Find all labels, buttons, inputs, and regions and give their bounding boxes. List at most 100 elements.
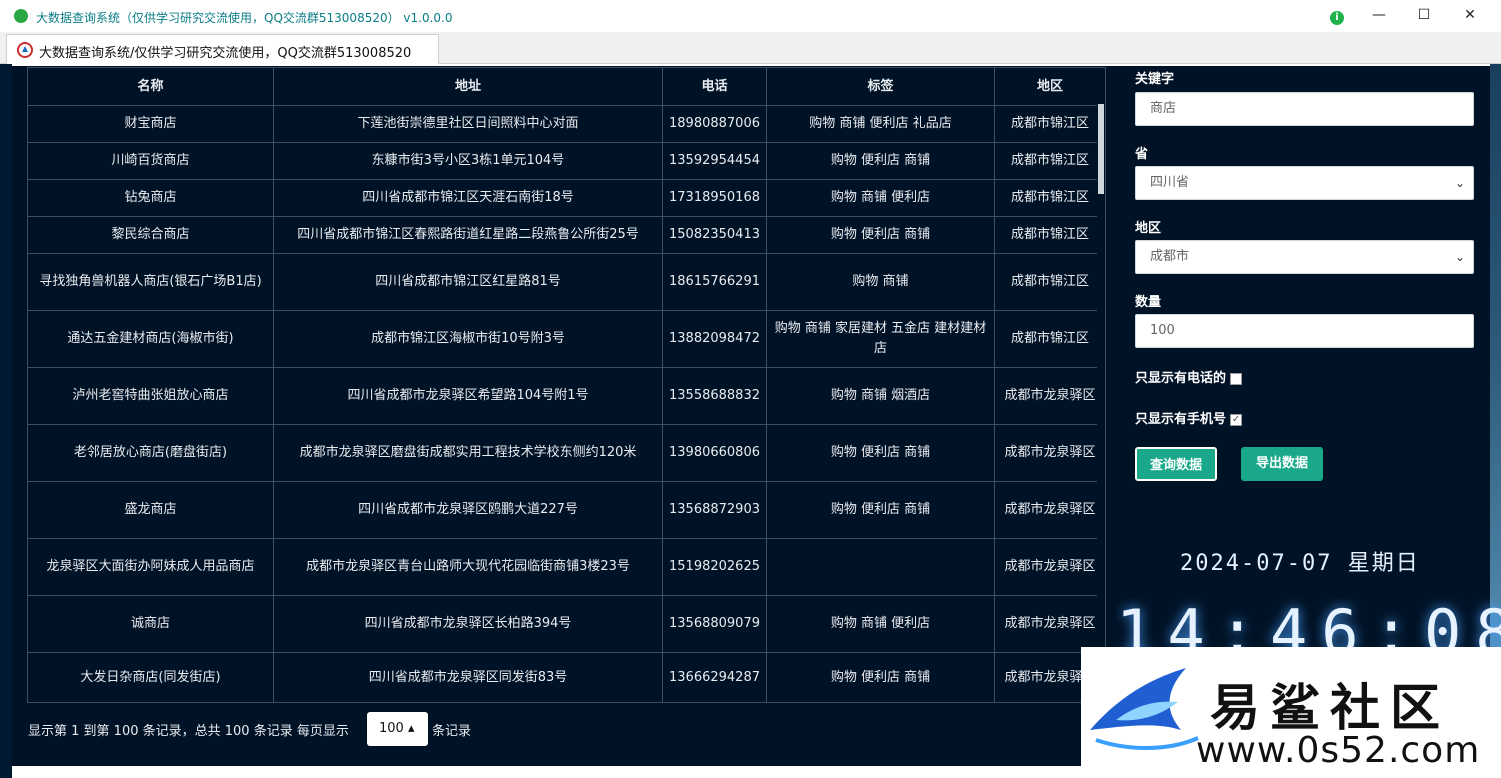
cell-phone: 15198202625: [662, 538, 767, 596]
title-bar: 大数据查询系统（仅供学习研究交流使用，QQ交流群513008520） v1.0.…: [0, 0, 1501, 32]
date-display: 2024-07-07 星期日: [1180, 551, 1420, 576]
cell-phone: 13666294287: [662, 652, 767, 703]
time-display: 14:46:08: [1116, 596, 1501, 648]
province-select[interactable]: 四川省 ⌄: [1135, 166, 1474, 200]
cell-tags: 购物 便利店 商铺: [766, 481, 995, 539]
cell-name: 钻兔商店: [27, 179, 274, 217]
cell-phone: 13980660806: [662, 424, 767, 482]
table-row[interactable]: 财宝商店 下莲池街崇德里社区日间照料中心对面 18980887006 购物 商铺…: [27, 105, 1106, 143]
table-row[interactable]: 泸州老窖特曲张姐放心商店 四川省成都市龙泉驿区希望路104号附1号 135586…: [27, 367, 1106, 425]
app-window: 大数据查询系统（仅供学习研究交流使用，QQ交流群513008520） v1.0.…: [0, 0, 1501, 778]
column-header-address[interactable]: 地址: [273, 67, 663, 106]
only-phone-checkbox[interactable]: [1230, 372, 1243, 385]
table-row[interactable]: 龙泉驿区大面街办阿妹成人用品商店 成都市龙泉驿区青台山路师大现代花园临街商铺3楼…: [27, 538, 1106, 596]
cell-address: 四川省成都市龙泉驿区同发街83号: [273, 652, 663, 703]
cell-address: 东糠市街3号小区3栋1单元104号: [273, 142, 663, 180]
cell-tags: [766, 538, 995, 596]
cell-tags: 购物 便利店 商铺: [766, 142, 995, 180]
table-row[interactable]: 黎民综合商店 四川省成都市锦江区春熙路街道红星路二段燕鲁公所街25号 15082…: [27, 216, 1106, 254]
cell-phone: 18980887006: [662, 105, 767, 143]
page-size-dropdown[interactable]: 100 ▴: [367, 712, 428, 746]
info-icon[interactable]: i: [1330, 11, 1344, 25]
cell-address: 成都市龙泉驿区青台山路师大现代花园临街商铺3楼23号: [273, 538, 663, 596]
column-header-name[interactable]: 名称: [27, 67, 274, 106]
province-value: 四川省: [1150, 175, 1190, 190]
cell-address: 成都市锦江区海椒市街10号附3号: [273, 310, 663, 368]
cell-phone: 13592954454: [662, 142, 767, 180]
table-header-row: 名称 地址 电话 标签 地区: [27, 67, 1106, 106]
chevron-down-icon: ⌄: [1454, 176, 1465, 190]
cell-name: 龙泉驿区大面街办阿妹成人用品商店: [27, 538, 274, 596]
query-button[interactable]: 查询数据: [1135, 447, 1217, 481]
count-input[interactable]: 100: [1135, 314, 1474, 348]
cell-address: 下莲池街崇德里社区日间照料中心对面: [273, 105, 663, 143]
table-row[interactable]: 钻兔商店 四川省成都市锦江区天涯石南街18号 17318950168 购物 商铺…: [27, 179, 1106, 217]
only-mobile-option: 只显示有手机号 ✓: [1135, 408, 1243, 427]
close-button[interactable]: ✕: [1447, 0, 1493, 32]
export-button[interactable]: 导出数据: [1241, 447, 1323, 481]
table-row[interactable]: 大发日杂商店(同发街店) 四川省成都市龙泉驿区同发街83号 1366629428…: [27, 652, 1106, 703]
pagination-suffix: 条记录: [432, 724, 472, 739]
only-mobile-checkbox[interactable]: ✓: [1230, 413, 1243, 426]
window-title: 大数据查询系统（仅供学习研究交流使用，QQ交流群513008520） v1.0.…: [36, 11, 453, 25]
cell-name: 盛龙商店: [27, 481, 274, 539]
cell-tags: 购物 商铺: [766, 253, 995, 311]
keyword-input[interactable]: 商店: [1135, 92, 1474, 126]
cell-phone: 13568809079: [662, 595, 767, 653]
minimize-button[interactable]: —: [1356, 0, 1402, 32]
column-header-tags[interactable]: 标签: [766, 67, 995, 106]
cell-address: 四川省成都市龙泉驿区长柏路394号: [273, 595, 663, 653]
cell-region: 成都市龙泉驿区: [994, 424, 1106, 482]
cell-address: 四川省成都市龙泉驿区鸥鹏大道227号: [273, 481, 663, 539]
table-row[interactable]: 老邻居放心商店(磨盘街店) 成都市龙泉驿区磨盘街成都实用工程技术学校东侧约120…: [27, 424, 1106, 482]
cell-region: 成都市龙泉驿区: [994, 481, 1106, 539]
table-scroll-thumb[interactable]: [1098, 104, 1104, 194]
pagination-summary: 显示第 1 到第 100 条记录，总共 100 条记录 每页显示: [28, 724, 349, 739]
left-border: [0, 64, 12, 778]
column-header-region[interactable]: 地区: [994, 67, 1106, 106]
maximize-button[interactable]: ☐: [1401, 0, 1447, 32]
table-row[interactable]: 通达五金建材商店(海椒市街) 成都市锦江区海椒市街10号附3号 13882098…: [27, 310, 1106, 368]
cell-address: 四川省成都市龙泉驿区希望路104号附1号: [273, 367, 663, 425]
cell-region: 成都市锦江区: [994, 216, 1106, 254]
province-label: 省: [1135, 147, 1149, 162]
cell-tags: 购物 商铺 家居建材 五金店 建材建材店: [766, 310, 995, 368]
cell-region: 成都市锦江区: [994, 310, 1106, 368]
results-table: 名称 地址 电话 标签 地区 财宝商店 下莲池街崇德里社区日间照料中心对面 18…: [27, 67, 1106, 703]
cell-tags: 购物 商铺 便利店 礼品店: [766, 105, 995, 143]
app-logo-icon: [17, 42, 33, 58]
cell-phone: 13568872903: [662, 481, 767, 539]
cell-phone: 15082350413: [662, 216, 767, 254]
cell-name: 寻找独角兽机器人商店(银石广场B1店): [27, 253, 274, 311]
table-row[interactable]: 寻找独角兽机器人商店(银石广场B1店) 四川省成都市锦江区红星路81号 1861…: [27, 253, 1106, 311]
cell-phone: 13558688832: [662, 367, 767, 425]
cell-tags: 购物 便利店 商铺: [766, 424, 995, 482]
count-label: 数量: [1135, 295, 1162, 310]
region-select[interactable]: 成都市 ⌄: [1135, 240, 1474, 274]
table-row[interactable]: 盛龙商店 四川省成都市龙泉驿区鸥鹏大道227号 13568872903 购物 便…: [27, 481, 1106, 539]
cell-address: 成都市龙泉驿区磨盘街成都实用工程技术学校东侧约120米: [273, 424, 663, 482]
count-value: 100: [1150, 323, 1175, 338]
region-value: 成都市: [1150, 249, 1190, 264]
only-mobile-label: 只显示有手机号: [1135, 412, 1227, 427]
keyword-label: 关键字: [1135, 72, 1175, 87]
cell-name: 老邻居放心商店(磨盘街店): [27, 424, 274, 482]
only-phone-option: 只显示有电话的: [1135, 367, 1243, 386]
table-row[interactable]: 诚商店 四川省成都市龙泉驿区长柏路394号 13568809079 购物 商铺 …: [27, 595, 1106, 653]
cell-tags: 购物 商铺 烟酒店: [766, 367, 995, 425]
table-row[interactable]: 川崎百货商店 东糠市街3号小区3栋1单元104号 13592954454 购物 …: [27, 142, 1106, 180]
cell-region: 成都市锦江区: [994, 142, 1106, 180]
cell-name: 川崎百货商店: [27, 142, 274, 180]
cell-region: 成都市锦江区: [994, 105, 1106, 143]
cell-region: 成都市龙泉驿区: [994, 595, 1106, 653]
watermark-url: www.0s52.com: [1196, 730, 1481, 771]
cell-name: 财宝商店: [27, 105, 274, 143]
cell-tags: 购物 商铺 便利店: [766, 179, 995, 217]
cell-name: 黎民综合商店: [27, 216, 274, 254]
region-label: 地区: [1135, 221, 1162, 236]
cell-tags: 购物 商铺 便利店: [766, 595, 995, 653]
tab-main[interactable]: 大数据查询系统/仅供学习研究交流使用，QQ交流群513008520: [6, 34, 439, 64]
column-header-phone[interactable]: 电话: [662, 67, 767, 106]
cell-address: 四川省成都市锦江区春熙路街道红星路二段燕鲁公所街25号: [273, 216, 663, 254]
only-phone-label: 只显示有电话的: [1135, 371, 1227, 386]
